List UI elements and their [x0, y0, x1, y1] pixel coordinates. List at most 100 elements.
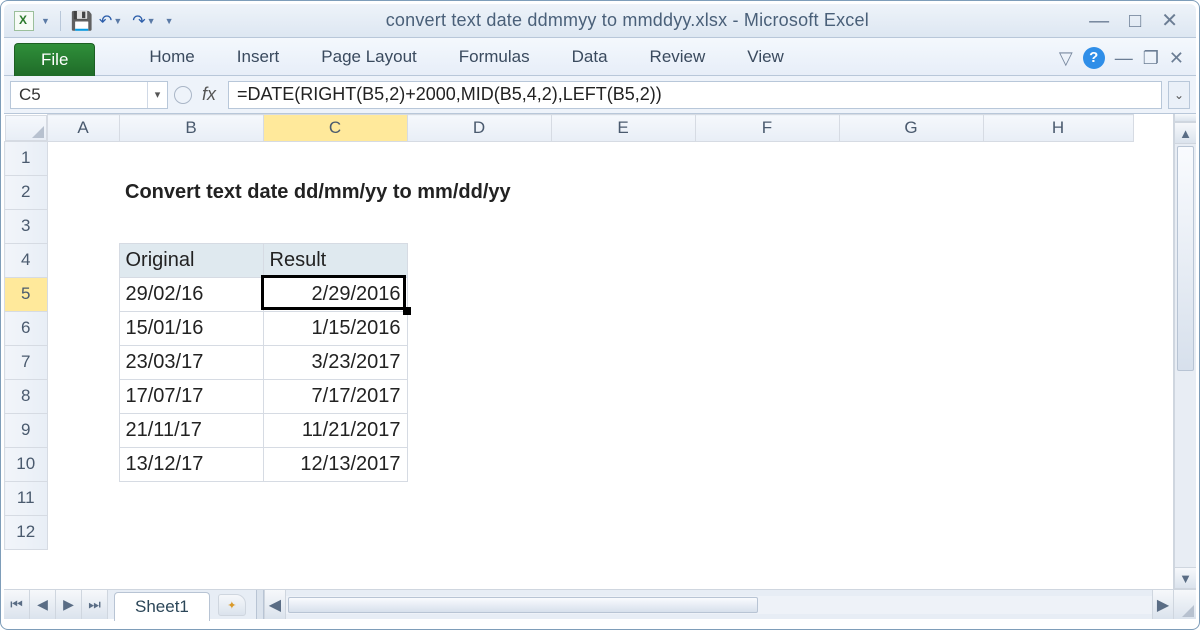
- cell-C8[interactable]: 7/17/2017: [263, 379, 407, 413]
- header-original[interactable]: Original: [119, 243, 263, 277]
- tab-view[interactable]: View: [743, 39, 788, 75]
- tab-insert[interactable]: Insert: [233, 39, 284, 75]
- column-header-B[interactable]: B: [119, 115, 263, 142]
- scroll-left-icon[interactable]: ◀: [264, 590, 286, 619]
- workbook-close-button[interactable]: ✕: [1169, 48, 1184, 69]
- tab-data[interactable]: Data: [568, 39, 612, 75]
- cell[interactable]: [407, 311, 1133, 345]
- last-sheet-button[interactable]: ⏭: [82, 590, 108, 619]
- column-header-C[interactable]: C: [263, 115, 407, 142]
- fx-icon[interactable]: fx: [202, 84, 216, 105]
- first-sheet-button[interactable]: ⏮: [4, 590, 30, 619]
- row-header-2[interactable]: 2: [5, 175, 48, 209]
- maximize-button[interactable]: □: [1129, 11, 1141, 31]
- cell[interactable]: [47, 515, 1133, 549]
- row-header-7[interactable]: 7: [5, 345, 48, 379]
- row-header-8[interactable]: 8: [5, 379, 48, 413]
- save-icon[interactable]: 💾: [71, 11, 91, 31]
- cell-C5[interactable]: 2/29/2016: [263, 277, 407, 311]
- row-header-5[interactable]: 5: [5, 277, 48, 311]
- hscroll-track[interactable]: [286, 596, 1152, 614]
- scroll-track[interactable]: [1175, 144, 1196, 567]
- cell-B5[interactable]: 29/02/16: [119, 277, 263, 311]
- column-header-D[interactable]: D: [407, 115, 551, 142]
- hscroll-thumb[interactable]: [288, 597, 758, 613]
- formula-input[interactable]: =DATE(RIGHT(B5,2)+2000,MID(B5,4,2),LEFT(…: [228, 81, 1162, 109]
- tab-home[interactable]: Home: [145, 39, 198, 75]
- qat-customize-icon[interactable]: ▼: [164, 16, 174, 26]
- select-all-corner[interactable]: [5, 115, 47, 141]
- cell[interactable]: [407, 447, 1133, 481]
- horizontal-scrollbar[interactable]: ◀ ▶: [264, 590, 1196, 619]
- row-header-9[interactable]: 9: [5, 413, 48, 447]
- cell[interactable]: [47, 311, 119, 345]
- column-header-F[interactable]: F: [695, 115, 839, 142]
- cell-B9[interactable]: 21/11/17: [119, 413, 263, 447]
- column-header-H[interactable]: H: [983, 115, 1133, 142]
- worksheet-grid[interactable]: A B C D E F G H 1 2 Convert text date dd…: [4, 114, 1174, 589]
- scroll-thumb[interactable]: [1177, 146, 1194, 371]
- column-header-G[interactable]: G: [839, 115, 983, 142]
- cell[interactable]: [407, 243, 1133, 277]
- cell[interactable]: [407, 413, 1133, 447]
- next-sheet-button[interactable]: ▶: [56, 590, 82, 619]
- qat-dropdown-icon[interactable]: ▼: [40, 16, 50, 26]
- close-button[interactable]: ✕: [1161, 11, 1178, 31]
- sheet-title[interactable]: Convert text date dd/mm/yy to mm/dd/yy: [119, 175, 1133, 209]
- row-header-3[interactable]: 3: [5, 209, 48, 243]
- redo-button[interactable]: ↷▼: [130, 11, 157, 31]
- cell[interactable]: [47, 345, 119, 379]
- prev-sheet-button[interactable]: ◀: [30, 590, 56, 619]
- row-header-12[interactable]: 12: [5, 515, 48, 549]
- cell-B8[interactable]: 17/07/17: [119, 379, 263, 413]
- cell[interactable]: [47, 209, 1133, 243]
- column-header-A[interactable]: A: [47, 115, 119, 142]
- cell-C10[interactable]: 12/13/2017: [263, 447, 407, 481]
- tab-formulas[interactable]: Formulas: [455, 39, 534, 75]
- cell[interactable]: [47, 481, 1133, 515]
- name-box[interactable]: C5 ▾: [10, 81, 168, 109]
- cell[interactable]: [47, 243, 119, 277]
- vertical-scrollbar[interactable]: ▲ ▼: [1174, 114, 1196, 589]
- cell[interactable]: [47, 277, 119, 311]
- row-header-11[interactable]: 11: [5, 481, 48, 515]
- excel-icon[interactable]: [14, 11, 34, 31]
- row-header-10[interactable]: 10: [5, 447, 48, 481]
- split-handle[interactable]: [1175, 114, 1196, 122]
- cell-C9[interactable]: 11/21/2017: [263, 413, 407, 447]
- scroll-up-icon[interactable]: ▲: [1175, 122, 1196, 144]
- row-header-4[interactable]: 4: [5, 243, 48, 277]
- header-result[interactable]: Result: [263, 243, 407, 277]
- undo-button[interactable]: ↶▼: [97, 11, 124, 31]
- minimize-button[interactable]: ―: [1089, 11, 1109, 31]
- cell-C7[interactable]: 3/23/2017: [263, 345, 407, 379]
- cell[interactable]: [47, 447, 119, 481]
- name-box-dropdown-icon[interactable]: ▾: [147, 82, 167, 108]
- scroll-down-icon[interactable]: ▼: [1175, 567, 1196, 589]
- row-header-6[interactable]: 6: [5, 311, 48, 345]
- cell-B6[interactable]: 15/01/16: [119, 311, 263, 345]
- cell[interactable]: [47, 379, 119, 413]
- cell[interactable]: [47, 413, 119, 447]
- help-icon[interactable]: ?: [1083, 47, 1105, 69]
- cell[interactable]: [47, 141, 1133, 175]
- workbook-minimize-button[interactable]: ―: [1115, 48, 1133, 69]
- cell[interactable]: [407, 379, 1133, 413]
- sheet-tab-sheet1[interactable]: Sheet1: [114, 592, 210, 621]
- cell-C6[interactable]: 1/15/2016: [263, 311, 407, 345]
- file-tab[interactable]: File: [14, 43, 95, 76]
- cell[interactable]: [47, 175, 119, 209]
- workbook-restore-button[interactable]: ❐: [1143, 48, 1159, 69]
- new-sheet-button[interactable]: [218, 594, 246, 616]
- cancel-formula-icon[interactable]: [174, 86, 192, 104]
- row-header-1[interactable]: 1: [5, 141, 48, 175]
- fill-handle[interactable]: [403, 307, 411, 315]
- cell-B7[interactable]: 23/03/17: [119, 345, 263, 379]
- ribbon-minimize-icon[interactable]: ▽: [1059, 48, 1073, 69]
- tab-review[interactable]: Review: [646, 39, 710, 75]
- scroll-right-icon[interactable]: ▶: [1152, 590, 1174, 619]
- cell-B10[interactable]: 13/12/17: [119, 447, 263, 481]
- column-header-E[interactable]: E: [551, 115, 695, 142]
- expand-formula-bar-icon[interactable]: ⌄: [1168, 81, 1190, 109]
- tab-page-layout[interactable]: Page Layout: [317, 39, 420, 75]
